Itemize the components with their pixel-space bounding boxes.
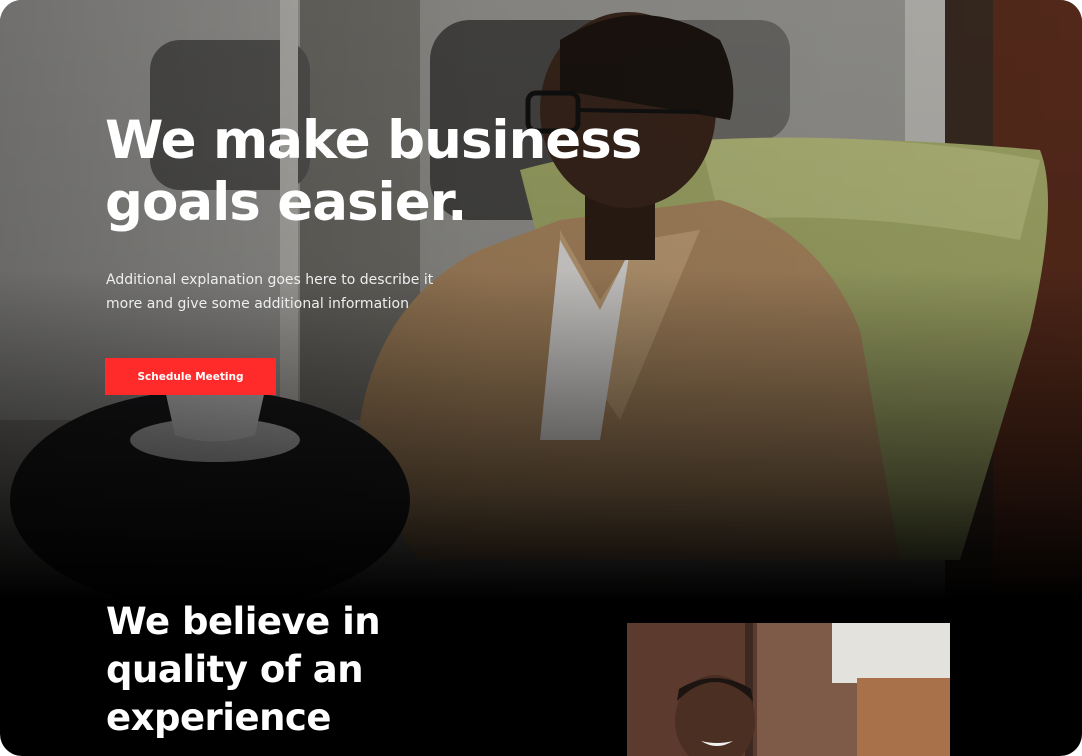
hero-title: We make business goals easier. [105, 110, 665, 234]
hero-description-line: Additional explanation goes here to desc… [106, 272, 434, 288]
page-frame: We make business goals easier. Additiona… [0, 0, 1082, 756]
section-title: We believe in quality of an experience [106, 598, 466, 742]
section-title-line: quality of an [106, 648, 364, 691]
section-photo [627, 623, 950, 756]
hero-title-line: We make business [105, 110, 642, 171]
hero-description: Additional explanation goes here to desc… [106, 268, 466, 316]
hero-title-line: goals easier. [105, 172, 467, 233]
schedule-meeting-button[interactable]: Schedule Meeting [105, 358, 276, 395]
hero-section: We make business goals easier. Additiona… [0, 0, 1082, 600]
section-title-line: We believe in [106, 600, 381, 643]
smiling-man-photo [627, 623, 950, 756]
section-title-line: experience [106, 696, 331, 739]
hero-description-line: more and give some additional informatio… [106, 296, 409, 312]
